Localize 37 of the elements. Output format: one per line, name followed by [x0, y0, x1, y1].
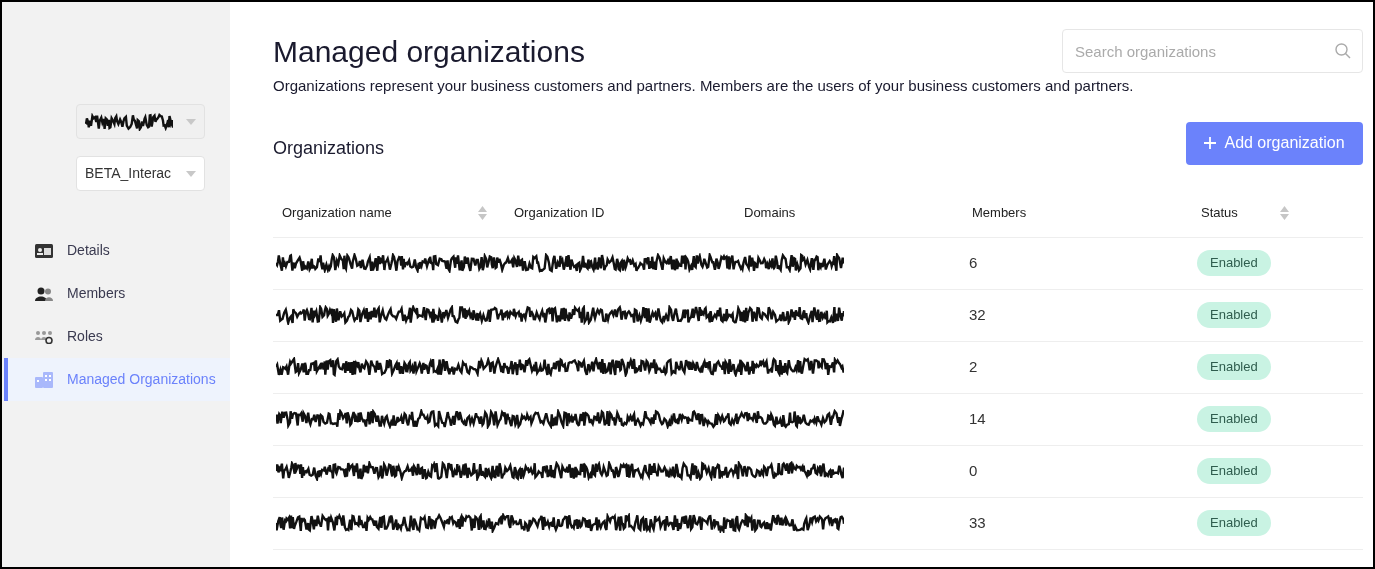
status-badge: Enabled [1197, 406, 1271, 432]
building-icon [35, 371, 53, 388]
column-header: Domains [744, 204, 796, 223]
users-icon [35, 286, 53, 301]
section-title: Organizations [273, 136, 385, 160]
status-badge: Enabled [1197, 302, 1271, 328]
search-icon [1335, 43, 1351, 59]
table-cell: 33 [969, 514, 986, 531]
search-field[interactable]: Search organizations [1062, 29, 1363, 73]
page-description: Organizations represent your business customers and partners. Members are the users of your business customers and partners. [273, 76, 1135, 96]
table-cell: 14 [969, 410, 986, 427]
org-selector[interactable]: BETA_Interac [76, 156, 205, 191]
roles-icon [35, 329, 53, 344]
table-cell: 32 [969, 306, 986, 323]
table-cell: 6 [969, 254, 978, 271]
status-badge: Enabled [1197, 354, 1271, 380]
caret-icon [186, 118, 196, 125]
id-card-icon [35, 243, 53, 258]
sidebar-item[interactable]: Details [4, 229, 230, 272]
column-header: Organization ID [514, 204, 605, 223]
selector-value: BETA_Interac [85, 164, 172, 183]
sidebar-item[interactable]: Roles [4, 315, 230, 358]
sidebar-item[interactable]: Members [4, 272, 230, 315]
sort-icon[interactable] [1280, 206, 1289, 220]
org-selector[interactable] [76, 104, 205, 139]
table-cell: 0 [969, 462, 978, 479]
plus-icon [1204, 137, 1217, 149]
sort-icon[interactable] [478, 206, 487, 220]
column-header: Status [1201, 204, 1238, 223]
column-header: Organization name [282, 204, 392, 223]
status-badge: Enabled [1197, 458, 1271, 484]
caret-icon [186, 170, 196, 177]
table-cell: 2 [969, 358, 978, 375]
status-badge: Enabled [1197, 250, 1271, 276]
status-badge: Enabled [1197, 510, 1271, 536]
page-title: Managed organizations [273, 34, 585, 70]
column-header: Members [972, 204, 1027, 223]
